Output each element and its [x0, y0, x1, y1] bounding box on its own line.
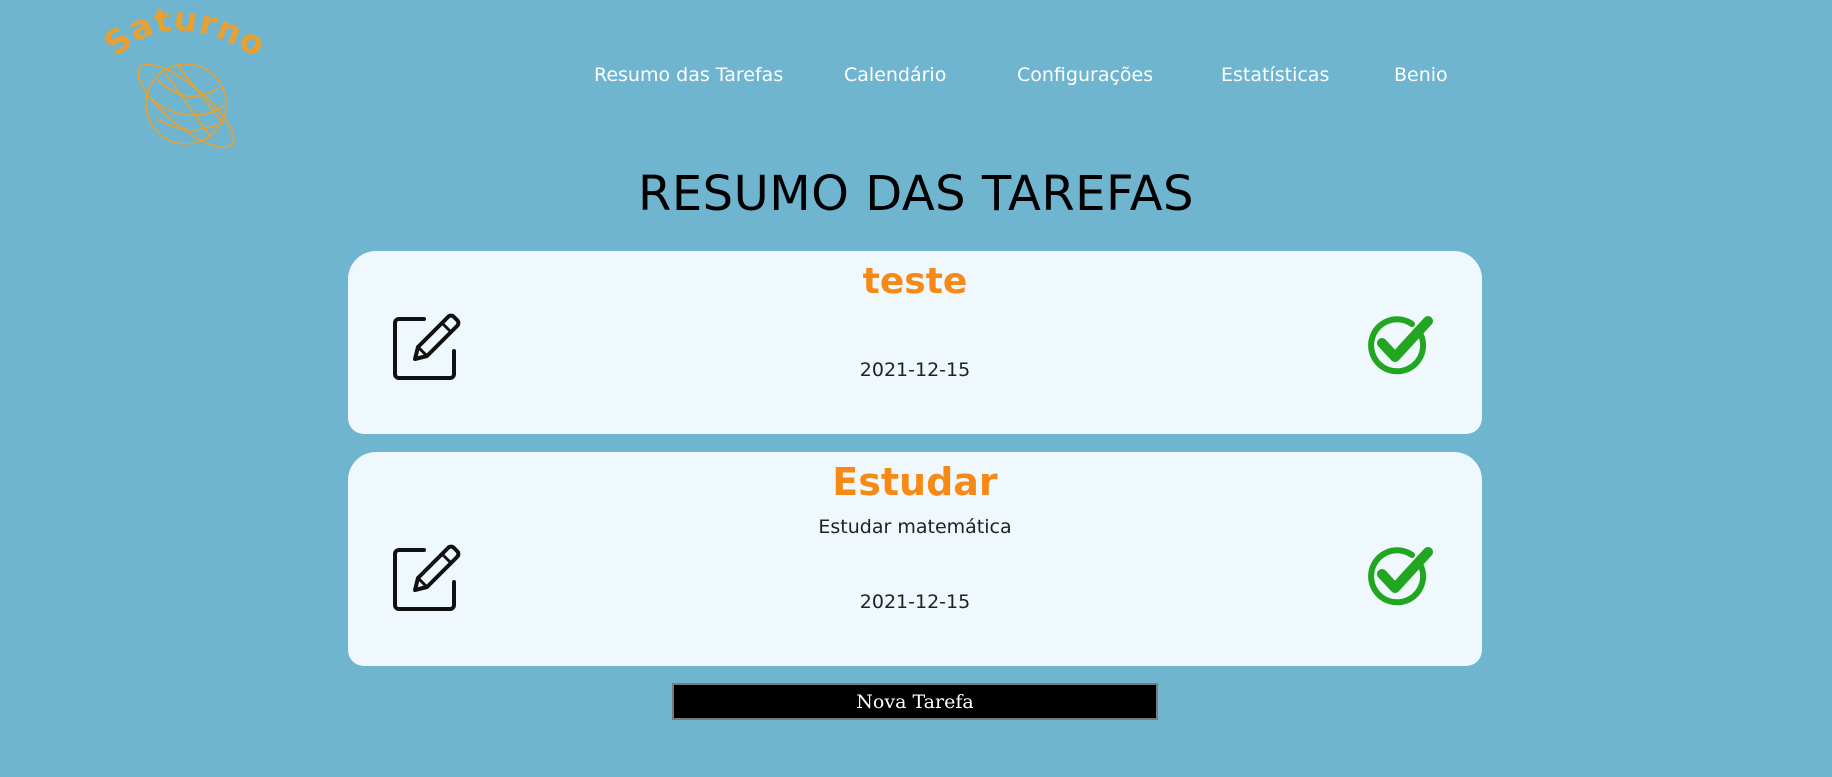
task-title: Estudar [832, 460, 998, 504]
edit-icon[interactable] [390, 542, 462, 614]
new-task-button[interactable]: Nova Tarefa [672, 683, 1158, 720]
nav-item-estatisticas[interactable]: Estatísticas [1221, 64, 1329, 86]
task-title: teste [862, 261, 968, 302]
nav-item-configuracoes[interactable]: Configurações [1017, 64, 1153, 86]
nav-item-resumo-das-tarefas[interactable]: Resumo das Tarefas [594, 64, 783, 86]
check-circle-icon[interactable] [1368, 313, 1434, 375]
nav-item-user-benio[interactable]: Benio [1394, 64, 1448, 86]
main-nav: Resumo das Tarefas Calendário Configuraç… [0, 64, 1832, 94]
task-date: 2021-12-15 [859, 591, 971, 613]
edit-icon[interactable] [390, 311, 462, 383]
task-card: teste 2021-12-15 [348, 251, 1482, 434]
page-title: RESUMO DAS TAREFAS [637, 166, 1195, 222]
nav-item-calendario[interactable]: Calendário [844, 64, 946, 86]
task-description: Estudar matemática [818, 516, 1012, 538]
logo-text: Saturno [100, 8, 270, 65]
task-date: 2021-12-15 [859, 359, 971, 381]
task-card: Estudar Estudar matemática 2021-12-15 [348, 452, 1482, 666]
check-circle-icon[interactable] [1368, 544, 1434, 606]
